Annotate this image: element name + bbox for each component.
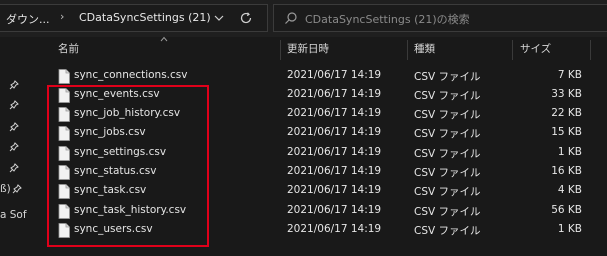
table-row[interactable]: sync_status.csv 2021/06/17 14:19 CSV ファイ… bbox=[48, 163, 607, 182]
search-icon bbox=[285, 12, 297, 24]
address-bar[interactable]: ダウン... › CDataSyncSettings (21) bbox=[0, 4, 268, 32]
navigation-pane: ß) a Sof bbox=[0, 37, 30, 256]
column-header-date[interactable]: 更新日時 bbox=[287, 38, 329, 60]
column-divider[interactable] bbox=[512, 40, 513, 60]
sort-up-icon bbox=[160, 36, 168, 42]
pin-icon[interactable] bbox=[9, 100, 19, 110]
file-type: CSV ファイル bbox=[414, 206, 481, 218]
file-name: sync_settings.csv bbox=[74, 146, 167, 158]
nav-item-partial[interactable]: ß) bbox=[0, 183, 11, 195]
file-type: CSV ファイル bbox=[414, 109, 481, 121]
table-row[interactable]: sync_users.csv 2021/06/17 14:19 CSV ファイル… bbox=[48, 221, 607, 240]
pin-icon[interactable] bbox=[9, 142, 19, 152]
file-date: 2021/06/17 14:19 bbox=[287, 88, 382, 100]
file-icon bbox=[58, 184, 70, 199]
table-row[interactable]: sync_settings.csv 2021/06/17 14:19 CSV フ… bbox=[48, 144, 607, 163]
file-type: CSV ファイル bbox=[414, 71, 481, 83]
file-size: 56 KB bbox=[551, 204, 582, 216]
file-type: CSV ファイル bbox=[414, 186, 481, 198]
file-name: sync_users.csv bbox=[74, 223, 153, 235]
column-header-size[interactable]: サイズ bbox=[520, 38, 551, 60]
breadcrumb-separator-icon[interactable]: › bbox=[60, 10, 64, 23]
chevron-down-icon[interactable] bbox=[212, 11, 226, 25]
file-size: 4 KB bbox=[557, 184, 582, 196]
file-type: CSV ファイル bbox=[414, 148, 481, 160]
column-header-type[interactable]: 種類 bbox=[414, 38, 435, 60]
table-row[interactable]: sync_events.csv 2021/06/17 14:19 CSV ファイ… bbox=[48, 86, 607, 105]
file-name: sync_task.csv bbox=[74, 184, 147, 196]
file-icon bbox=[58, 107, 70, 122]
file-name: sync_status.csv bbox=[74, 165, 157, 177]
column-divider[interactable] bbox=[407, 40, 408, 60]
pin-icon[interactable] bbox=[12, 184, 22, 194]
pin-icon[interactable] bbox=[9, 80, 19, 90]
file-name: sync_events.csv bbox=[74, 88, 160, 100]
file-type: CSV ファイル bbox=[414, 90, 481, 102]
file-size: 15 KB bbox=[551, 126, 582, 138]
pin-icon[interactable] bbox=[9, 163, 19, 173]
file-icon bbox=[58, 88, 70, 103]
file-size: 1 KB bbox=[557, 146, 582, 158]
search-box[interactable]: CDataSyncSettings (21)の検索 bbox=[273, 4, 607, 32]
file-type: CSV ファイル bbox=[414, 225, 481, 237]
file-date: 2021/06/17 14:19 bbox=[287, 126, 382, 138]
table-row[interactable]: sync_task_history.csv 2021/06/17 14:19 C… bbox=[48, 202, 607, 221]
file-name: sync_job_history.csv bbox=[74, 107, 181, 119]
file-icon bbox=[58, 126, 70, 141]
file-date: 2021/06/17 14:19 bbox=[287, 107, 382, 119]
column-divider[interactable] bbox=[280, 40, 281, 60]
file-date: 2021/06/17 14:19 bbox=[287, 165, 382, 177]
file-size: 33 KB bbox=[551, 88, 582, 100]
file-size: 16 KB bbox=[551, 165, 582, 177]
file-name: sync_connections.csv bbox=[74, 69, 188, 81]
file-date: 2021/06/17 14:19 bbox=[287, 146, 382, 158]
search-placeholder: CDataSyncSettings (21)の検索 bbox=[305, 13, 470, 26]
file-date: 2021/06/17 14:19 bbox=[287, 204, 382, 216]
file-icon bbox=[58, 69, 70, 84]
file-type: CSV ファイル bbox=[414, 128, 481, 140]
breadcrumb-parent[interactable]: ダウン... bbox=[6, 11, 50, 27]
table-row[interactable]: sync_connections.csv 2021/06/17 14:19 CS… bbox=[48, 67, 607, 86]
breadcrumb-current[interactable]: CDataSyncSettings (21) bbox=[79, 11, 211, 24]
table-row[interactable]: sync_jobs.csv 2021/06/17 14:19 CSV ファイル … bbox=[48, 124, 607, 143]
pin-icon[interactable] bbox=[9, 122, 19, 132]
file-size: 7 KB bbox=[557, 69, 582, 81]
file-icon bbox=[58, 204, 70, 219]
table-row[interactable]: sync_job_history.csv 2021/06/17 14:19 CS… bbox=[48, 105, 607, 124]
file-icon bbox=[58, 146, 70, 161]
file-icon bbox=[58, 223, 70, 238]
file-date: 2021/06/17 14:19 bbox=[287, 184, 382, 196]
file-explorer-window: ダウン... › CDataSyncSettings (21) CDataSyn… bbox=[0, 0, 607, 256]
file-icon bbox=[58, 165, 70, 180]
column-header-name[interactable]: 名前 bbox=[58, 38, 79, 60]
file-date: 2021/06/17 14:19 bbox=[287, 223, 382, 235]
refresh-icon[interactable] bbox=[238, 10, 254, 26]
file-name: sync_jobs.csv bbox=[74, 126, 146, 138]
file-size: 1 KB bbox=[557, 223, 582, 235]
table-row[interactable]: sync_task.csv 2021/06/17 14:19 CSV ファイル … bbox=[48, 182, 607, 201]
file-size: 22 KB bbox=[551, 107, 582, 119]
file-name: sync_task_history.csv bbox=[74, 204, 187, 216]
toolbar: ダウン... › CDataSyncSettings (21) CDataSyn… bbox=[0, 0, 607, 37]
file-type: CSV ファイル bbox=[414, 167, 481, 179]
column-divider[interactable] bbox=[590, 40, 591, 60]
nav-item-partial[interactable]: a Sof bbox=[0, 209, 27, 221]
file-date: 2021/06/17 14:19 bbox=[287, 69, 382, 81]
